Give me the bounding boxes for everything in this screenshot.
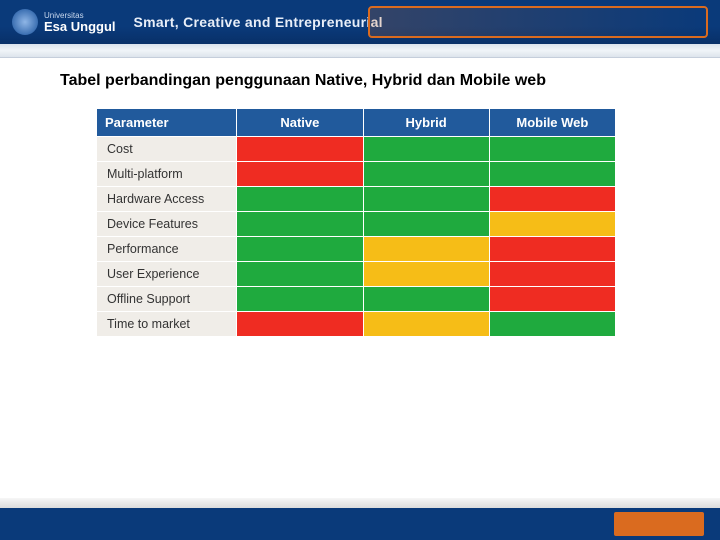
cell-native — [237, 137, 363, 162]
page-title: Tabel perbandingan penggunaan Native, Hy… — [60, 72, 660, 90]
comparison-table: Parameter Native Hybrid Mobile Web CostM… — [96, 108, 616, 337]
cell-mobileweb — [489, 237, 615, 262]
col-parameter: Parameter — [97, 109, 237, 137]
header-divider — [0, 44, 720, 58]
table-row: Cost — [97, 137, 616, 162]
row-parameter: Cost — [97, 137, 237, 162]
brand-big: Esa Unggul — [44, 20, 116, 33]
header-bar: Universitas Esa Unggul Smart, Creative a… — [0, 0, 720, 44]
footer-bar — [0, 508, 720, 540]
row-parameter: Hardware Access — [97, 187, 237, 212]
footer — [0, 498, 720, 540]
cell-hybrid — [363, 312, 489, 337]
table-row: Performance — [97, 237, 616, 262]
cell-native — [237, 187, 363, 212]
cell-mobileweb — [489, 312, 615, 337]
row-parameter: Time to market — [97, 312, 237, 337]
table-row: Device Features — [97, 212, 616, 237]
cell-mobileweb — [489, 137, 615, 162]
col-native: Native — [237, 109, 363, 137]
table-row: User Experience — [97, 262, 616, 287]
cell-hybrid — [363, 287, 489, 312]
cell-mobileweb — [489, 162, 615, 187]
col-mobileweb: Mobile Web — [489, 109, 615, 137]
row-parameter: User Experience — [97, 262, 237, 287]
col-hybrid: Hybrid — [363, 109, 489, 137]
cell-mobileweb — [489, 212, 615, 237]
header-accent-stripe — [368, 6, 708, 38]
cell-hybrid — [363, 237, 489, 262]
cell-hybrid — [363, 187, 489, 212]
tagline: Smart, Creative and Entrepreneurial — [134, 14, 383, 30]
footer-accent — [614, 512, 704, 536]
table-row: Offline Support — [97, 287, 616, 312]
cell-hybrid — [363, 262, 489, 287]
cell-hybrid — [363, 162, 489, 187]
table-row: Time to market — [97, 312, 616, 337]
cell-hybrid — [363, 212, 489, 237]
cell-native — [237, 312, 363, 337]
cell-native — [237, 287, 363, 312]
cell-mobileweb — [489, 287, 615, 312]
brand-text: Universitas Esa Unggul — [44, 12, 116, 33]
brand-logo: Universitas Esa Unggul — [12, 9, 116, 35]
table-row: Hardware Access — [97, 187, 616, 212]
cell-mobileweb — [489, 262, 615, 287]
footer-gradient — [0, 498, 720, 508]
row-parameter: Device Features — [97, 212, 237, 237]
cell-native — [237, 162, 363, 187]
row-parameter: Performance — [97, 237, 237, 262]
cell-mobileweb — [489, 187, 615, 212]
table-header-row: Parameter Native Hybrid Mobile Web — [97, 109, 616, 137]
brand-logo-icon — [12, 9, 38, 35]
row-parameter: Multi-platform — [97, 162, 237, 187]
row-parameter: Offline Support — [97, 287, 237, 312]
table-row: Multi-platform — [97, 162, 616, 187]
cell-hybrid — [363, 137, 489, 162]
cell-native — [237, 237, 363, 262]
main-content: Tabel perbandingan penggunaan Native, Hy… — [0, 58, 720, 337]
cell-native — [237, 212, 363, 237]
cell-native — [237, 262, 363, 287]
